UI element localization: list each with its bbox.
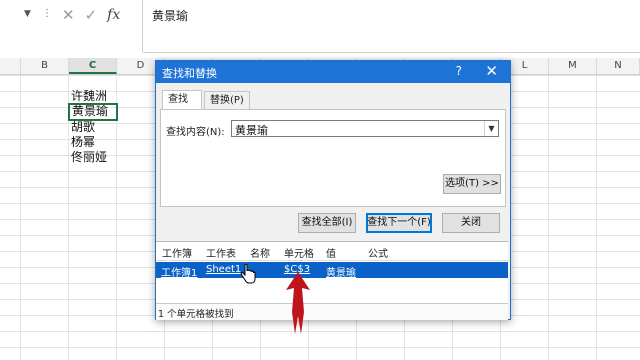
status-text: 1 个单元格被找到 [158, 309, 234, 320]
close-icon[interactable]: ✕ [485, 62, 498, 80]
result-header-sheet[interactable]: 工作表 [206, 245, 236, 260]
name-box-dropdown-icon[interactable]: ▼ [24, 9, 31, 19]
select-all-corner[interactable] [0, 58, 21, 74]
chevron-down-icon[interactable]: ▼ [484, 121, 498, 136]
red-arrow-icon [286, 272, 310, 334]
column-header-n[interactable]: N [597, 58, 640, 74]
result-header-workbook[interactable]: 工作簿 [162, 245, 192, 260]
column-header-c[interactable]: C [69, 58, 117, 74]
cell-c6[interactable]: 佟丽娅 [69, 149, 107, 165]
find-all-button[interactable]: 查找全部(I) [298, 213, 356, 233]
find-next-button[interactable]: 查找下一个(F) [366, 213, 432, 233]
column-header-m[interactable]: M [549, 58, 597, 74]
result-sheet-link[interactable]: Sheet1 [206, 264, 241, 275]
cancel-icon[interactable]: ✕ [62, 6, 75, 24]
gridline [548, 75, 549, 360]
help-icon[interactable]: ? [456, 64, 462, 78]
find-what-input[interactable]: 黄景瑜 ▼ [231, 120, 499, 137]
enter-icon[interactable]: ✓ [85, 6, 98, 24]
cell-c5[interactable]: 杨幂 [69, 134, 95, 150]
find-panel: 查找内容(N): 黄景瑜 ▼ 选项(T) >> [160, 109, 506, 207]
result-row[interactable]: 工作簿1 Sheet1 $C$3 黄景瑜 [156, 262, 508, 279]
find-replace-dialog: 查找和替换 ? ✕ 查找(D) 替换(P) 查找内容(N): 黄景瑜 ▼ 选项(… [155, 60, 511, 320]
result-workbook-link[interactable]: 工作簿1 [161, 264, 197, 279]
cell-c4[interactable]: 胡歌 [69, 119, 95, 135]
dialog-title: 查找和替换 [162, 67, 217, 80]
options-button[interactable]: 选项(T) >> [443, 174, 501, 194]
find-what-value: 黄景瑜 [235, 124, 268, 137]
tab-find[interactable]: 查找(D) [162, 90, 202, 123]
find-what-label: 查找内容(N): [166, 127, 225, 138]
result-value-link[interactable]: 黄景瑜 [326, 264, 356, 279]
close-button[interactable]: 关闭 [442, 213, 500, 233]
results-list[interactable]: 工作簿 工作表 名称 单元格 值 公式 工作簿1 Sheet1 $C$3 黄景瑜… [156, 241, 508, 320]
tab-replace[interactable]: 替换(P) [204, 91, 250, 109]
formula-input[interactable] [143, 0, 640, 53]
formula-bar-grip-icon[interactable]: ⋮ [42, 8, 52, 19]
cell-c2[interactable]: 许魏洲 [69, 88, 107, 104]
dialog-titlebar[interactable]: 查找和替换 ? ✕ [156, 61, 510, 83]
formula-bar: ▼ ⋮ ✕ ✓ fx 黄景瑜 [0, 0, 640, 58]
formula-content: 黄景瑜 [152, 9, 189, 23]
hand-cursor-icon [240, 264, 256, 284]
result-header-formula[interactable]: 公式 [368, 245, 388, 260]
status-bar: 1 个单元格被找到 [156, 303, 508, 320]
results-header: 工作簿 工作表 名称 单元格 值 公式 [156, 242, 508, 261]
column-header-b[interactable]: B [21, 58, 69, 74]
result-header-value[interactable]: 值 [326, 245, 336, 260]
result-header-name[interactable]: 名称 [250, 245, 270, 260]
gridline [596, 75, 597, 360]
result-header-cell[interactable]: 单元格 [284, 245, 314, 260]
insert-function-icon[interactable]: fx [107, 6, 120, 24]
formula-bar-buttons: ✕ ✓ fx [58, 4, 140, 26]
